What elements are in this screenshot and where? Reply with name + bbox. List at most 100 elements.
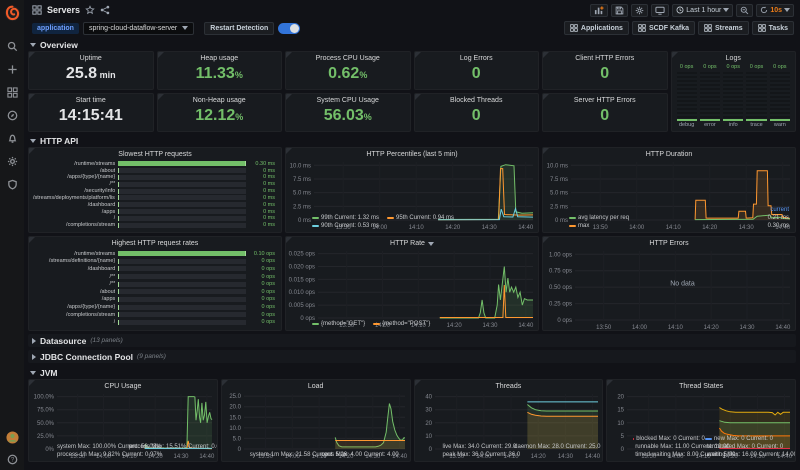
chart-legend[interactable]: live Max: 34.0 Current: 29.0 daemon Max: … (415, 443, 603, 461)
legend-item[interactable]: runnable Max: 11.00 Current: 10.00 (633, 443, 729, 451)
time-range-label: Last 1 hour (686, 6, 722, 14)
refresh-button[interactable]: 10s (756, 3, 794, 17)
user-avatar[interactable] (5, 430, 19, 444)
panel-title[interactable]: Uptime (29, 52, 153, 63)
svg-text:7.5 ms: 7.5 ms (293, 177, 311, 183)
svg-text:13:50: 13:50 (596, 325, 612, 330)
chart-legend[interactable]: {method="GET"} {method="POST"} (286, 320, 538, 330)
thread-states-chart: 0 5 10 15 20 13:50 14:00 14:10 14:20 14:30 14:40 (607, 391, 795, 460)
legend-item[interactable]: terminated Max: 0 Current: 0 (705, 443, 783, 451)
legend-item[interactable]: blocked Max: 0 Current: 0 (633, 435, 705, 443)
panel-title[interactable]: HTTP Errors (543, 237, 795, 248)
panel-title[interactable]: Blocked Threads (415, 94, 539, 105)
configuration-gear-icon[interactable] (5, 154, 19, 168)
legend-item[interactable]: 90th Current: 0.53 ms (312, 222, 379, 230)
panel-title[interactable]: Highest HTTP request rates (29, 237, 281, 248)
panel-title[interactable]: Server HTTP Errors (543, 94, 667, 105)
explore-compass-icon[interactable] (5, 108, 19, 122)
panel-title[interactable]: Load (222, 380, 410, 391)
chart-legend[interactable]: 99th Current: 1.32 ms 95th Current: 0.94 … (286, 214, 538, 232)
grafana-logo-icon[interactable] (3, 4, 21, 22)
star-icon[interactable] (85, 5, 95, 15)
share-icon[interactable] (100, 5, 110, 15)
panel-title[interactable]: System CPU Usage (286, 94, 410, 105)
svg-text:0 ops: 0 ops (557, 318, 572, 324)
dashboards-icon[interactable] (5, 85, 19, 99)
server-admin-shield-icon[interactable] (5, 177, 19, 191)
variable-value-select[interactable]: spring-cloud-dataflow-server (82, 21, 195, 35)
legend-item[interactable]: peak Max: 36.0 Current: 36.0 (441, 451, 521, 459)
panel-title[interactable]: Client HTTP Errors (543, 52, 667, 63)
panel-title[interactable]: Start time (29, 94, 153, 105)
svg-text:0.75 ops: 0.75 ops (549, 269, 572, 275)
panel-server-http-errors: Server HTTP Errors 0 (542, 93, 668, 132)
legend-item[interactable]: cpus Max: 4.00 Current: 4.00 (319, 451, 398, 459)
threads-chart: 0 10 20 30 40 13:50 14:00 14:10 14:20 14:30 14:40 (415, 391, 603, 460)
legend-item[interactable]: process Max: 15.51% Current: 0.62% (127, 443, 217, 451)
panel-title[interactable]: Thread States (607, 380, 795, 391)
save-dashboard-button[interactable] (611, 3, 629, 17)
legend-item[interactable]: avg latency per req 0.21 ms (569, 214, 789, 222)
chart-legend[interactable]: blocked Max: 0 Current: 0 new Max: 0 Curr… (607, 435, 795, 461)
help-icon[interactable]: ? (5, 452, 19, 466)
zoom-out-button[interactable] (736, 3, 754, 17)
legend-item[interactable]: max 0.30 ms (569, 222, 789, 230)
panel-title[interactable]: Threads (415, 380, 603, 391)
chart-legend[interactable]: system-1m Max: 21.58 Current: 5.26 cpus M… (222, 451, 410, 461)
link-streams[interactable]: Streams (698, 21, 749, 35)
restart-detection-button[interactable]: Restart Detection (204, 21, 275, 35)
legend-item[interactable]: waiting Max: 16.00 Current: 14.00 (705, 451, 795, 459)
alerting-bell-icon[interactable] (5, 131, 19, 145)
svg-text:50.0%: 50.0% (37, 421, 55, 427)
logs-gauges: 0 ops debug 0 ops error 0 ops info 0 ops trace 0… (672, 63, 796, 131)
time-range-picker[interactable]: Last 1 hour (672, 3, 734, 17)
chart-legend-table[interactable]: current avg latency per req 0.21 ms max 0.30… (543, 206, 795, 232)
grafana-app: ? Servers Last 1 hour 10s application sp… (0, 0, 800, 470)
legend-item[interactable]: process-1h Max: 9.82% Current: 0.97% (55, 451, 162, 459)
dashboard-settings-button[interactable] (631, 3, 649, 17)
panel-title[interactable]: Process CPU Usage (286, 52, 410, 63)
row-header-http-api[interactable]: HTTP API (28, 134, 796, 147)
chart-legend[interactable]: system Max: 100.00% Current: 56.03% proce… (29, 443, 217, 461)
cpu-usage-chart: 0% 25.0% 50.0% 75.0% 100.0% 13:50 14:00 14:10 14… (29, 391, 217, 460)
row-header-jvm[interactable]: JVM (28, 366, 796, 379)
variable-label[interactable]: application (32, 22, 79, 34)
legend-item[interactable]: system-1m Max: 21.58 Current: 5.26 (248, 451, 347, 459)
panel-title[interactable]: HTTP Rate (286, 237, 538, 248)
stat-value: 0 (471, 107, 481, 124)
search-icon[interactable] (5, 39, 19, 53)
panel-title[interactable]: Slowest HTTP requests (29, 148, 281, 159)
link-applications[interactable]: Applications (563, 21, 629, 35)
panel-title[interactable]: Logs (672, 52, 796, 63)
link-scdf-kafka[interactable]: SCDF Kafka (631, 21, 696, 35)
http-percentiles-chart: 0 ms 2.5 ms 5.0 ms 7.5 ms 10.0 ms 13:50 14:00 1… (286, 159, 538, 231)
add-panel-button[interactable] (590, 3, 609, 17)
panel-title[interactable]: Heap usage (158, 52, 282, 63)
panel-title[interactable]: CPU Usage (29, 380, 217, 391)
legend-item[interactable]: 99th Current: 1.32 ms (312, 214, 379, 222)
chevron-down-icon (723, 8, 730, 12)
panel-title[interactable]: Log Errors (415, 52, 539, 63)
restart-detection-toggle[interactable] (278, 22, 301, 34)
bar-gauge-row: /0 ms (113, 215, 275, 222)
legend-item[interactable]: system Max: 100.00% Current: 56.03% (55, 443, 161, 451)
legend-item[interactable]: daemon Max: 28.0 Current: 25.0 (512, 443, 600, 451)
panel-title[interactable]: Non-Heap usage (158, 94, 282, 105)
tv-mode-button[interactable] (651, 3, 670, 17)
legend-item[interactable]: new Max: 0 Current: 0 (704, 435, 777, 443)
panel-title[interactable]: HTTP Percentiles (last 5 min) (286, 148, 538, 159)
row-header-jdbc-pool[interactable]: JDBC Connection Pool (9 panels) (28, 350, 796, 363)
row-header-overview[interactable]: Overview (28, 38, 796, 51)
row-header-datasource[interactable]: Datasource (13 panels) (28, 334, 796, 347)
variable-value: spring-cloud-dataflow-server (88, 24, 178, 32)
panel-title[interactable]: HTTP Duration (543, 148, 795, 159)
create-plus-icon[interactable] (5, 62, 19, 76)
legend-item[interactable]: {method="POST"} (373, 320, 430, 328)
legend-item[interactable]: live Max: 34.0 Current: 29.0 (441, 443, 517, 451)
refresh-interval-label: 10s (770, 6, 782, 14)
legend-item[interactable]: 95th Current: 0.94 ms (387, 214, 454, 222)
legend-item[interactable]: {method="GET"} (312, 320, 365, 328)
legend-item[interactable]: timed-waiting Max: 8.00 Current: 5.00 (633, 451, 735, 459)
link-tasks[interactable]: Tasks (751, 21, 794, 35)
http-api-row-1: Slowest HTTP requests /runtime/streams 0.… (28, 147, 796, 233)
